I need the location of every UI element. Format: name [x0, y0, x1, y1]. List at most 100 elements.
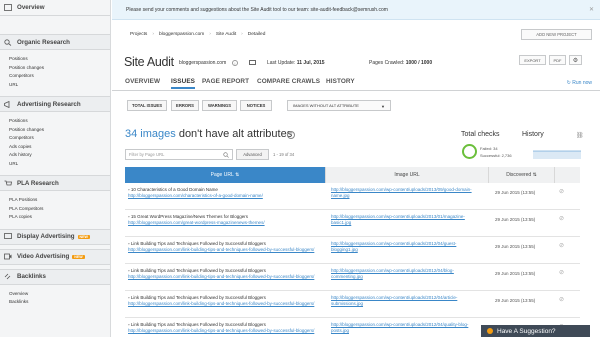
image-url-link[interactable]: http://bloggerspassion.com/wp-content/up…	[331, 187, 481, 199]
page-url-link[interactable]: http://bloggerspassion.com/link-building…	[128, 247, 314, 252]
sidebar-item[interactable]: Ads copies	[0, 143, 110, 152]
sidebar-item[interactable]: Competitors	[0, 72, 110, 81]
sidebar-section-display[interactable]: Display Advertising NEW	[0, 228, 110, 245]
breadcrumb-item: Detailed	[247, 31, 266, 37]
sidebar-item[interactable]: Competitors	[0, 134, 110, 143]
chevron-right-icon: ›	[209, 31, 211, 37]
lightbulb-icon	[487, 328, 493, 334]
page-title: Link Building Tips and Techniques Follow…	[130, 268, 266, 273]
suggestion-button[interactable]: Have A Suggestion?	[481, 325, 590, 337]
help-icon[interactable]: ?	[287, 131, 295, 139]
sidebar-item[interactable]: Backlinks	[0, 298, 110, 307]
tab-overview[interactable]: OVERVIEW	[125, 78, 160, 85]
sidebar-item[interactable]: PLA Competitors	[0, 205, 110, 214]
megaphone-icon	[4, 100, 10, 108]
tab-compare-crawls[interactable]: COMPARE CRAWLS	[257, 78, 320, 85]
breadcrumb-item[interactable]: Projects	[130, 32, 147, 37]
tab-bar: OVERVIEW ISSUES PAGE REPORT COMPARE CRAW…	[112, 77, 600, 91]
link-icon[interactable]: ⛓	[576, 132, 584, 139]
sidebar-item[interactable]: PLA copies	[0, 213, 110, 222]
page-url-link[interactable]: http://bloggerspassion.com/great-wordpre…	[128, 220, 265, 225]
chevron-right-icon: ›	[152, 31, 154, 37]
add-project-button[interactable]: ADD NEW PROJECT	[521, 29, 592, 40]
advanced-filter-button[interactable]: Advanced	[236, 149, 269, 160]
image-url-link[interactable]: http://bloggerspassion.com/wp-content/up…	[331, 295, 481, 307]
last-update: Last Update: 11 Jul, 2015	[267, 60, 325, 66]
page-icon: ▫	[128, 214, 130, 219]
sort-icon: ⇅	[532, 172, 537, 178]
table-header: Page URL ⇅ Image URL Discovered ⇅	[125, 167, 580, 183]
filter-errors[interactable]: ERRORS	[171, 100, 199, 111]
page-url-link[interactable]: http://bloggerspassion.com/link-building…	[128, 328, 314, 333]
gear-icon[interactable]: ⚙	[569, 55, 582, 65]
page-cell: ▫ 15 Great WordPress Magazine/News Theme…	[128, 214, 323, 226]
issue-type-value: IMAGES WITHOUT ALT ATTRIBUTE	[293, 103, 359, 108]
page-url-link[interactable]: http://bloggerspassion.com/characteristi…	[128, 193, 263, 198]
table-row: ▫ Link Building Tips and Techniques Foll…	[125, 291, 580, 318]
link-icon	[4, 273, 11, 280]
home-icon	[4, 4, 12, 11]
image-url-link[interactable]: http://bloggerspassion.com/wp-content/up…	[331, 268, 481, 280]
export-button[interactable]: EXPORT	[519, 55, 546, 65]
table-row: ▫ 15 Great WordPress Magazine/News Theme…	[125, 210, 580, 237]
app-root: Overview Organic Research Positions Posi…	[0, 0, 600, 337]
filter-notices[interactable]: NOTICES	[240, 100, 272, 111]
info-icon[interactable]: i	[232, 60, 238, 66]
sidebar-item[interactable]: Positions	[0, 55, 110, 64]
column-discovered[interactable]: Discovered ⇅	[489, 167, 555, 183]
column-page-url[interactable]: Page URL ⇅	[125, 167, 326, 183]
issue-type-select[interactable]: IMAGES WITHOUT ALT ATTRIBUTE ▼	[287, 100, 391, 111]
pdf-button[interactable]: PDF	[549, 55, 566, 65]
sidebar-item[interactable]: PLA Positions	[0, 196, 110, 205]
sidebar-section-title: Video Advertising	[17, 253, 70, 260]
pages-crawled-value: 1000 / 1000	[405, 60, 433, 66]
image-url-link[interactable]: http://bloggerspassion.com/wp-content/up…	[331, 214, 481, 226]
image-url-link[interactable]: http://bloggerspassion.com/wp-content/up…	[331, 322, 481, 334]
page-icon: ▫	[128, 322, 130, 327]
discovered-date: 29 Jun 2015 (13:55)	[495, 244, 536, 249]
filter-total-issues[interactable]: TOTAL ISSUES	[127, 100, 167, 111]
sidebar-item[interactable]: Position changes	[0, 126, 110, 135]
hide-icon[interactable]: ⊘	[559, 242, 564, 249]
sidebar-item[interactable]: Position changes	[0, 64, 110, 73]
image-url-link[interactable]: http://bloggerspassion.com/wp-content/up…	[331, 241, 481, 253]
column-image-url[interactable]: Image URL	[326, 167, 489, 183]
hide-icon[interactable]: ⊘	[559, 215, 564, 222]
column-actions	[555, 167, 580, 183]
tab-history[interactable]: HISTORY	[326, 78, 355, 85]
sidebar-item[interactable]: Ads history	[0, 151, 110, 160]
sidebar-section-title: Backlinks	[17, 273, 46, 280]
sidebar-section-pla[interactable]: PLA Research	[0, 175, 110, 191]
sidebar-section-advertising[interactable]: Advertising Research	[0, 96, 110, 112]
table-row: ▫ Link Building Tips and Techniques Foll…	[125, 264, 580, 291]
page-cell: ▫ Link Building Tips and Techniques Foll…	[128, 295, 323, 307]
sidebar-section-video[interactable]: Video Advertising NEW	[0, 248, 110, 265]
sidebar-section-organic[interactable]: Organic Research	[0, 34, 110, 50]
monitor-icon[interactable]	[249, 60, 256, 65]
table-row: ▫ 10 Characteristics of a Good Domain Na…	[125, 183, 580, 210]
sidebar-item[interactable]: Overview	[0, 290, 110, 299]
hide-icon[interactable]: ⊘	[559, 296, 564, 303]
filter-warnings[interactable]: WARNINGS	[202, 100, 237, 111]
run-now-button[interactable]: ↻ Run now	[567, 80, 592, 86]
sidebar-item[interactable]: URL	[0, 81, 110, 90]
breadcrumb-item[interactable]: bloggerspassion.com	[159, 32, 204, 37]
breadcrumb-item[interactable]: Site Audit	[216, 32, 236, 37]
hide-icon[interactable]: ⊘	[559, 269, 564, 276]
page-url-filter[interactable]: Filter by Page URL	[125, 149, 233, 160]
hide-icon[interactable]: ⊘	[559, 188, 564, 195]
page-url-link[interactable]: http://bloggerspassion.com/link-building…	[128, 274, 314, 279]
tab-page-report[interactable]: PAGE REPORT	[202, 78, 249, 85]
checks-donut	[462, 144, 477, 159]
sidebar-item[interactable]: URL	[0, 160, 110, 169]
sidebar-overview[interactable]: Overview	[0, 0, 110, 16]
page-url-link[interactable]: http://bloggerspassion.com/link-building…	[128, 301, 314, 306]
page-cell: ▫ 10 Characteristics of a Good Domain Na…	[128, 187, 323, 199]
sidebar-section-backlinks[interactable]: Backlinks	[0, 268, 110, 285]
page-icon: ▫	[128, 268, 130, 273]
video-icon	[4, 253, 12, 260]
display-icon	[4, 233, 12, 239]
tab-issues[interactable]: ISSUES	[171, 78, 196, 89]
sidebar-item[interactable]: Positions	[0, 117, 110, 126]
close-icon[interactable]: ✕	[589, 6, 594, 13]
